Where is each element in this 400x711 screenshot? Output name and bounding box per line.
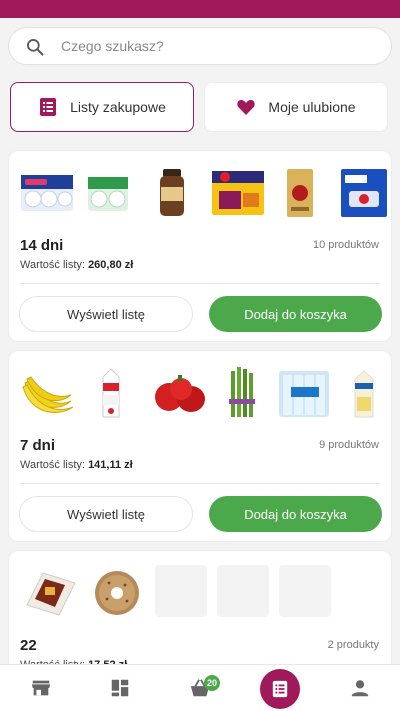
list-name: 22	[20, 637, 37, 654]
status-bar	[0, 0, 400, 18]
view-list-button[interactable]: Wyświetl listę	[19, 296, 193, 332]
sausages-tray-image	[26, 572, 76, 616]
product-thumbnails	[19, 165, 387, 221]
shopping-lists-nav-button[interactable]	[260, 669, 300, 709]
add-to-cart-button[interactable]: Dodaj do koszyka	[209, 296, 382, 332]
kropla-beskidu-water-pack-image	[279, 371, 329, 417]
list-value-amount: 141,11 zł	[88, 459, 133, 471]
list-value: Wartość listy: 141,11 zł	[20, 459, 133, 471]
shopping-list-card[interactable]: 22 2 produkty Wartość listy: 17,52 zł	[8, 550, 392, 680]
finish-dishwasher-tabs-image	[341, 169, 387, 217]
bagel-image	[95, 571, 139, 615]
dashboard-icon[interactable]	[109, 677, 131, 699]
juice-carton-image	[354, 370, 374, 418]
velvet-toilet-paper-image	[21, 175, 73, 211]
product-count: 10 produktów	[312, 239, 379, 251]
list-name: 14 dni	[20, 237, 64, 254]
mola-paper-towels-image	[88, 177, 128, 211]
divider	[20, 483, 380, 484]
list-value-amount: 260,80 zł	[88, 259, 134, 271]
view-list-button[interactable]: Wyświetl listę	[19, 496, 193, 532]
list-icon	[272, 680, 288, 698]
list-name: 7 dni	[20, 437, 56, 454]
shopping-list-card[interactable]: 14 dni 10 produktów Wartość listy: 260,8…	[8, 150, 392, 342]
tab-shopping-lists[interactable]: Listy zakupowe	[10, 82, 194, 132]
shopping-list-card[interactable]: 7 dni 9 produktów Wartość listy: 141,11 …	[8, 350, 392, 542]
divider	[20, 283, 380, 284]
heart-icon	[237, 99, 256, 115]
list-value: Wartość listy: 260,80 zł	[20, 259, 133, 271]
tab-favorites[interactable]: Moje ulubione	[204, 82, 388, 132]
list-value-label: Wartość listy:	[20, 459, 85, 471]
store-icon[interactable]	[30, 677, 52, 699]
coffee-bag-oro-image	[287, 169, 313, 217]
add-to-cart-button[interactable]: Dodaj do koszyka	[209, 496, 382, 532]
bottom-navigation	[0, 664, 400, 711]
search-icon	[27, 39, 44, 56]
search-bar[interactable]	[8, 27, 392, 65]
laciate-milk-image	[102, 368, 120, 418]
product-count: 9 produktów	[319, 439, 379, 451]
jacobs-coffee-jar-image	[160, 169, 184, 216]
cart-count-badge: 20	[204, 675, 220, 691]
lipton-tea-box-image	[212, 171, 264, 215]
red-peppers-image	[155, 375, 205, 412]
profile-icon[interactable]	[349, 677, 371, 699]
image-placeholder	[279, 565, 331, 617]
search-input[interactable]	[61, 28, 361, 64]
product-thumbnails	[19, 565, 381, 621]
list-value-label: Wartość listy:	[20, 259, 85, 271]
product-count: 2 produkty	[327, 639, 379, 651]
bananas-image	[22, 376, 74, 413]
product-thumbnails	[19, 365, 381, 421]
list-icon	[40, 98, 57, 116]
asparagus-image	[229, 367, 255, 417]
image-placeholder	[155, 565, 207, 617]
image-placeholder	[217, 565, 269, 617]
tab-label: Listy zakupowe	[70, 99, 166, 115]
tab-label: Moje ulubione	[268, 99, 356, 115]
